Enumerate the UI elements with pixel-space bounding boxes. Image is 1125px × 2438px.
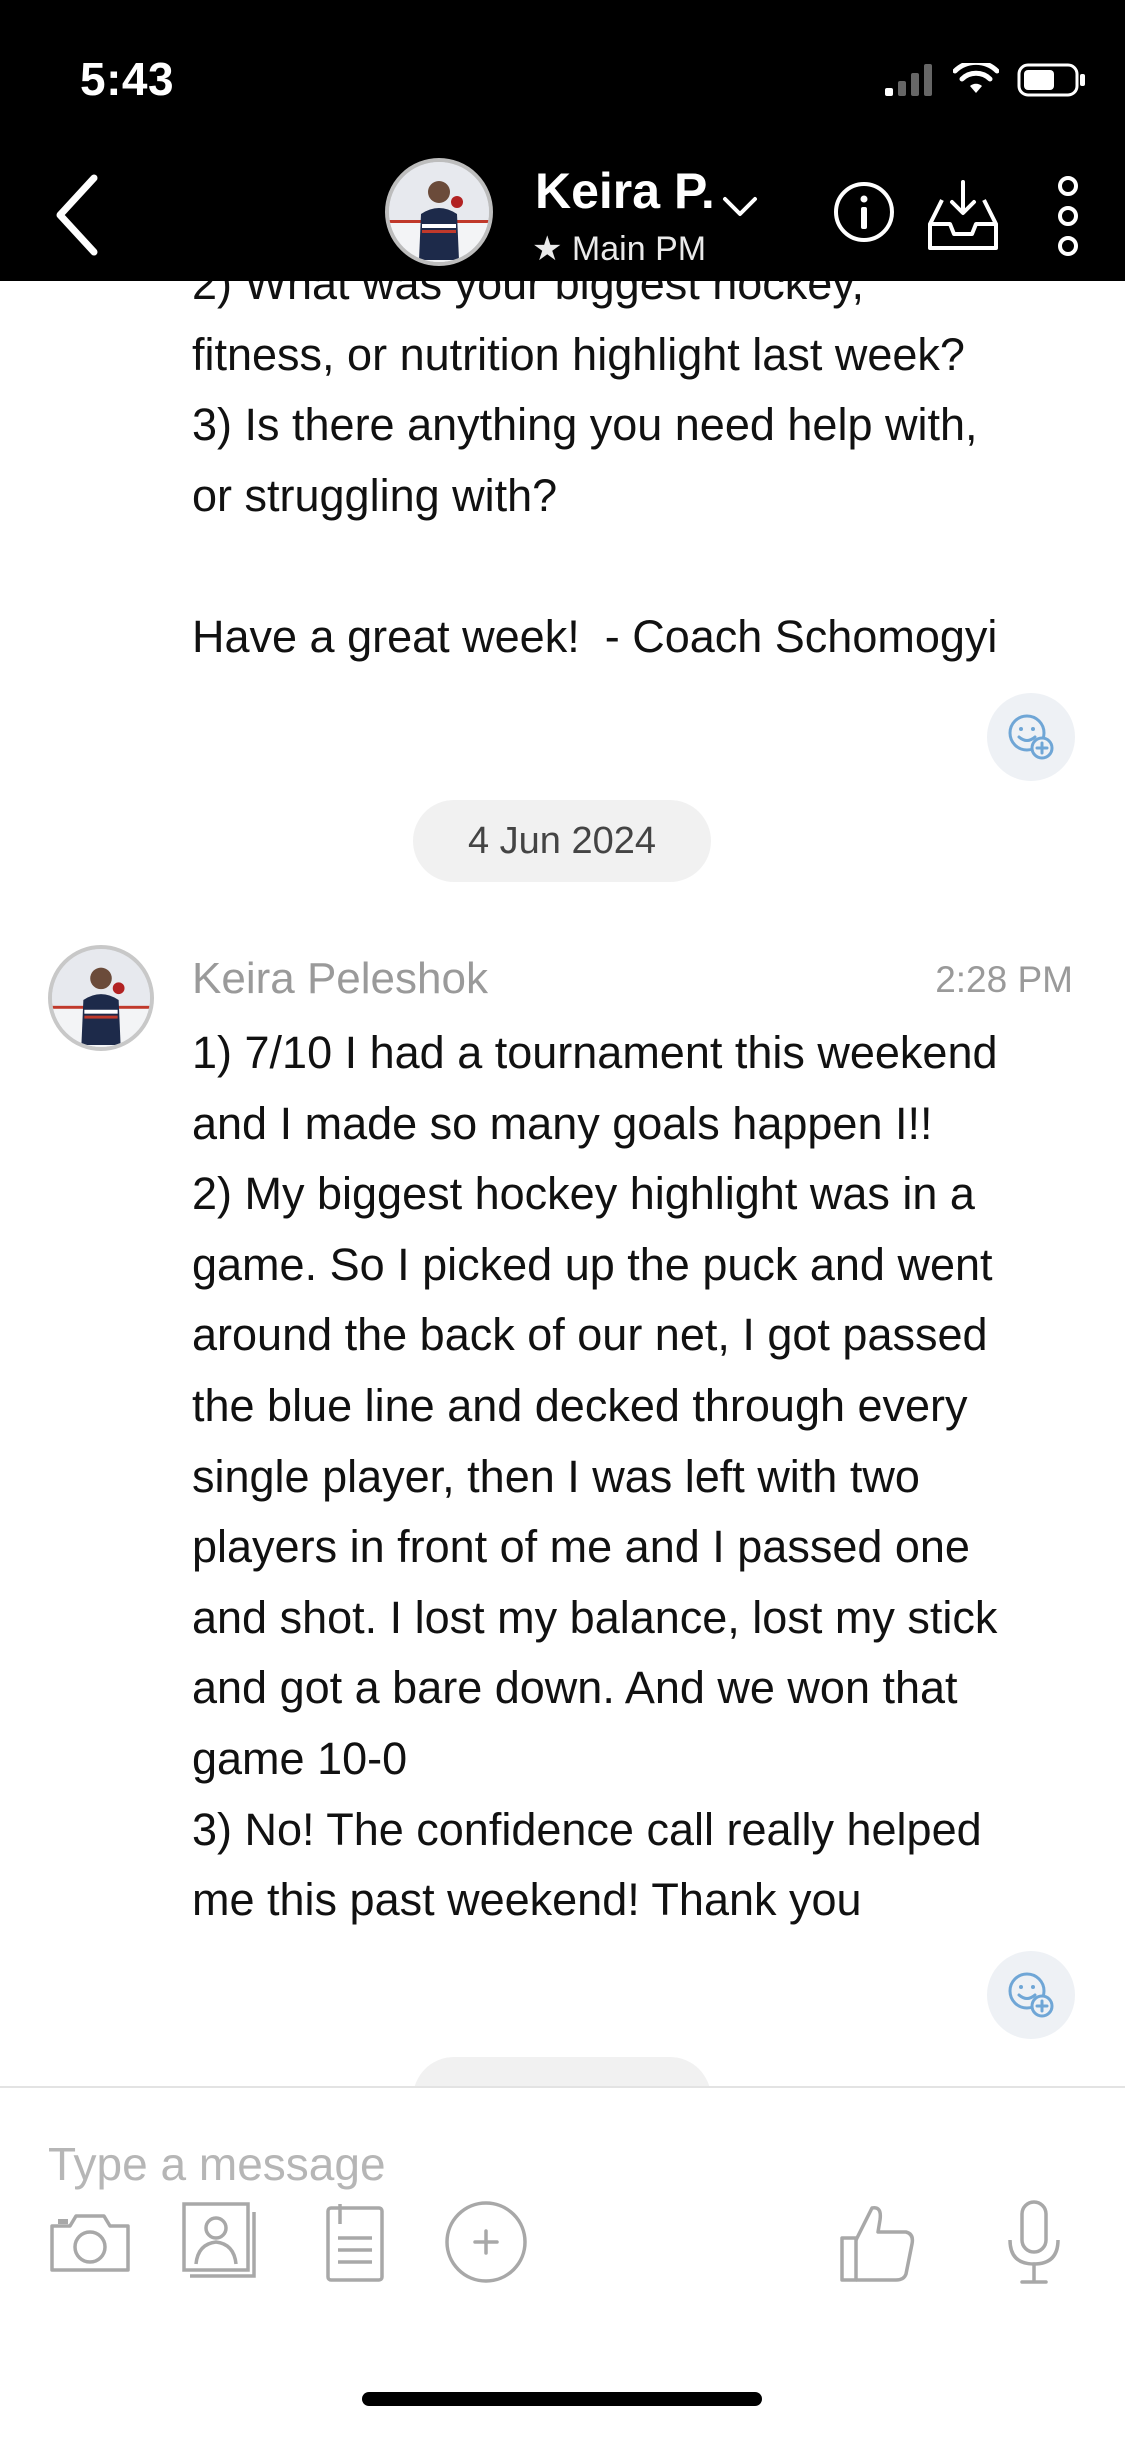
info-icon[interactable]: [832, 180, 896, 244]
inbox-download-icon[interactable]: [926, 178, 1000, 252]
add-reaction-button[interactable]: [987, 693, 1075, 781]
message-time: 2:28 PM: [935, 959, 1073, 1000]
plus-circle-icon[interactable]: [442, 2198, 530, 2286]
message-composer: [0, 2086, 1125, 2438]
sender-name: Keira Peleshok: [192, 954, 488, 1003]
add-reaction-icon: [1008, 714, 1054, 760]
message-list[interactable]: 2) What was your biggest hockey, fitness…: [0, 281, 1125, 2086]
camera-icon[interactable]: [46, 2198, 134, 2286]
status-icons: [885, 55, 1087, 105]
contact-card-icon[interactable]: [176, 2198, 264, 2286]
thumbs-up-icon[interactable]: [832, 2198, 920, 2286]
chat-header: 5:43 Keira P. ★ Main PM: [0, 0, 1125, 281]
wifi-icon: [953, 63, 999, 93]
add-reaction-icon: [1008, 1972, 1054, 2018]
battery-icon: [1017, 63, 1085, 97]
chevron-down-icon[interactable]: [722, 195, 758, 219]
message-input[interactable]: [46, 2128, 950, 2200]
date-divider-partial: [413, 2057, 711, 2086]
home-indicator[interactable]: [362, 2392, 762, 2406]
document-icon[interactable]: [310, 2198, 398, 2286]
sender-avatar[interactable]: [48, 945, 154, 1051]
message-text: 2) What was your biggest hockey, fitness…: [192, 281, 998, 662]
back-button[interactable]: [48, 170, 108, 260]
contact-name[interactable]: Keira P.: [535, 162, 715, 220]
date-divider: 4 Jun 2024: [413, 800, 711, 882]
contact-avatar[interactable]: [385, 158, 493, 266]
signal-icon: [885, 64, 932, 96]
microphone-icon[interactable]: [990, 2198, 1078, 2286]
avatar-photo: [389, 162, 489, 262]
avatar-photo: [52, 949, 150, 1047]
status-time: 5:43: [80, 53, 175, 105]
chat-subtitle: ★ Main PM: [532, 230, 707, 268]
add-reaction-button[interactable]: [987, 1951, 1075, 2039]
message-text: 1) 7/10 I had a tournament this weekend …: [192, 1027, 998, 1926]
more-vertical-icon[interactable]: [1048, 176, 1088, 256]
